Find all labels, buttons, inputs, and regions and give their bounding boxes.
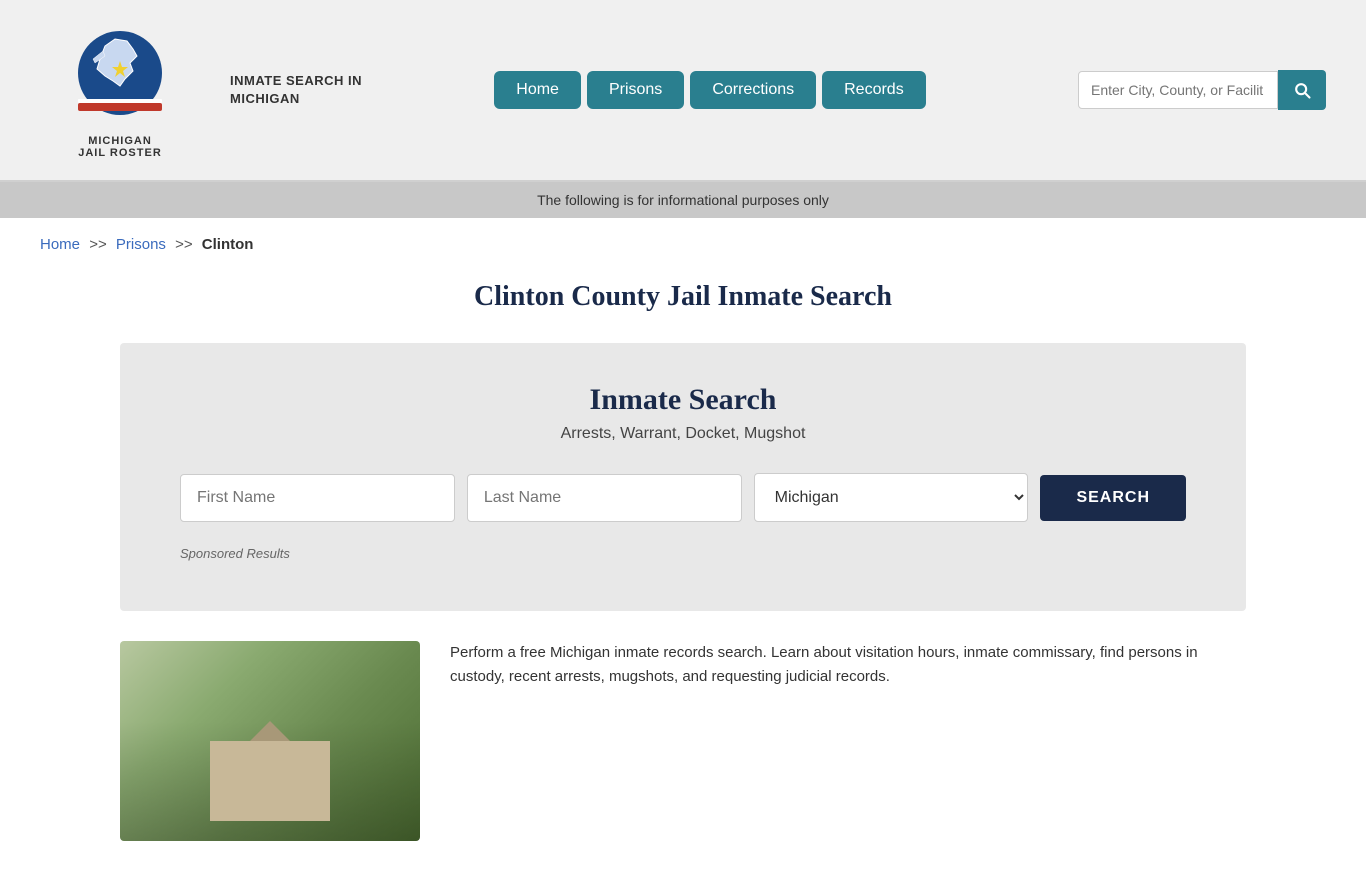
site-header: MICHIGAN JAIL ROSTER INMATE SEARCH IN MI… (0, 0, 1366, 180)
info-banner: The following is for informational purpo… (0, 182, 1366, 218)
page-title: Clinton County Jail Inmate Search (0, 281, 1366, 313)
site-title: INMATE SEARCH IN MICHIGAN (230, 72, 362, 108)
first-name-input[interactable] (180, 474, 455, 522)
breadcrumb-prisons[interactable]: Prisons (116, 236, 166, 253)
building-shape (210, 741, 330, 821)
logo-area: MICHIGAN JAIL ROSTER (40, 21, 200, 159)
state-select[interactable]: MichiganAlabamaAlaskaArizonaArkansasCali… (754, 473, 1029, 522)
nav-prisons[interactable]: Prisons (587, 71, 684, 109)
header-search-area (1078, 70, 1326, 110)
nav-home[interactable]: Home (494, 71, 581, 109)
last-name-input[interactable] (467, 474, 742, 522)
breadcrumb-home[interactable]: Home (40, 236, 80, 253)
breadcrumb: Home >> Prisons >> Clinton (0, 218, 1366, 271)
header-search-button[interactable] (1278, 70, 1326, 110)
facility-image (120, 641, 420, 841)
sponsored-results-label: Sponsored Results (180, 546, 1186, 561)
nav-records[interactable]: Records (822, 71, 926, 109)
breadcrumb-sep2: >> (175, 236, 193, 253)
bottom-description: Perform a free Michigan inmate records s… (450, 641, 1246, 689)
logo-text: MICHIGAN JAIL ROSTER (78, 135, 162, 159)
main-nav: Home Prisons Corrections Records (382, 71, 1038, 109)
breadcrumb-sep1: >> (89, 236, 107, 253)
logo-image (75, 21, 165, 131)
search-form: MichiganAlabamaAlaskaArizonaArkansasCali… (180, 473, 1186, 522)
search-icon (1292, 80, 1312, 100)
bottom-section: Perform a free Michigan inmate records s… (0, 611, 1366, 871)
search-submit-button[interactable]: SEARCH (1040, 475, 1186, 521)
search-section-title: Inmate Search (180, 383, 1186, 417)
search-section-subtitle: Arrests, Warrant, Docket, Mugshot (180, 425, 1186, 443)
header-search-input[interactable] (1078, 71, 1278, 109)
nav-corrections[interactable]: Corrections (690, 71, 816, 109)
inmate-search-section: Inmate Search Arrests, Warrant, Docket, … (120, 343, 1246, 611)
breadcrumb-current: Clinton (202, 236, 254, 253)
